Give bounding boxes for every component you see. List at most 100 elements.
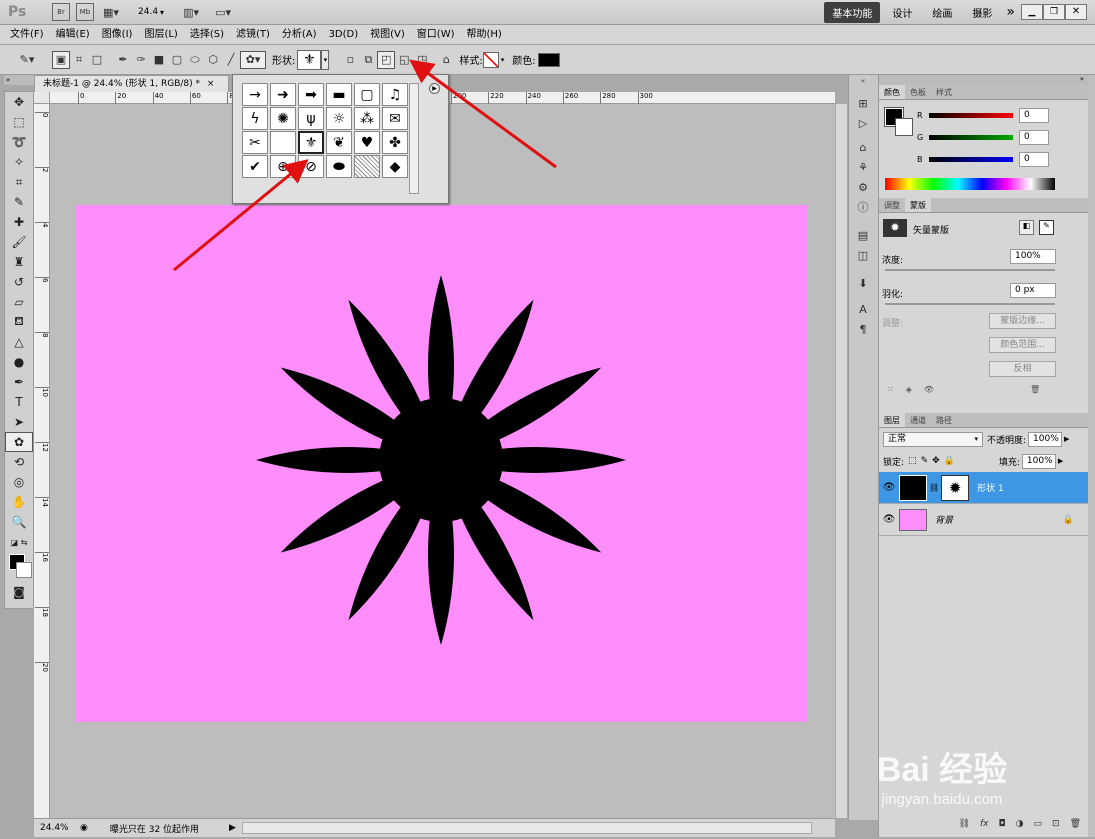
feather-value[interactable]: 0 px: [1010, 283, 1056, 298]
visibility-eye-icon[interactable]: 👁: [879, 482, 899, 493]
layer-color-thumb[interactable]: [899, 474, 927, 501]
paragraph-panel-icon[interactable]: ¶: [849, 319, 877, 339]
tab-masks[interactable]: 蒙版: [905, 198, 931, 212]
workspace-painting[interactable]: 绘画: [924, 2, 960, 23]
density-slider[interactable]: [885, 269, 1055, 271]
shape-diamonds[interactable]: ◆: [382, 155, 408, 178]
channel-g-value[interactable]: 0: [1019, 130, 1049, 145]
color-bg-swatch[interactable]: [895, 118, 913, 136]
zoom-select[interactable]: 24.4: [138, 7, 158, 17]
shape-snail[interactable]: ❦: [326, 131, 352, 154]
mask-edge-button[interactable]: 蒙版边缘...: [989, 313, 1056, 329]
add-mask-icon[interactable]: ◘: [999, 819, 1006, 829]
navigator-icon[interactable]: ▤: [849, 225, 877, 245]
clone-source-icon[interactable]: ⚘: [849, 157, 877, 177]
mask-visibility-icon[interactable]: 👁: [924, 385, 934, 394]
workspace-essentials[interactable]: 基本功能: [824, 1, 881, 23]
tool-preset-icon[interactable]: ✎▾: [14, 51, 40, 69]
picker-scrollbar[interactable]: [409, 83, 419, 194]
shape-registration[interactable]: ⊕: [270, 155, 296, 178]
custom-shape-icon[interactable]: ✿▾: [240, 50, 266, 69]
shape-arrow-thin[interactable]: →: [242, 83, 268, 106]
crop-tool-icon[interactable]: ⌗: [5, 172, 33, 192]
adjustment-layer-icon[interactable]: ◑: [1016, 819, 1024, 829]
tab-adjustments[interactable]: 调整: [879, 198, 905, 212]
blur-tool-icon[interactable]: △: [5, 332, 33, 352]
dodge-tool-icon[interactable]: ●: [5, 352, 33, 372]
layer-comps-icon[interactable]: ◫: [849, 245, 877, 265]
delete-mask-icon[interactable]: 🗑: [1030, 385, 1040, 394]
character-panel-icon[interactable]: A: [849, 299, 877, 319]
tab-styles[interactable]: 样式: [931, 85, 957, 99]
marquee-tool-icon[interactable]: ⬚: [5, 112, 33, 132]
tab-layers[interactable]: 图层: [879, 413, 905, 427]
shape-lightning[interactable]: ϟ: [242, 107, 268, 130]
channel-r-value[interactable]: 0: [1019, 108, 1049, 123]
quick-mask-icon[interactable]: ◙: [5, 582, 33, 602]
layer-row-background[interactable]: 👁 背景 🔒: [879, 504, 1088, 536]
shape-music-note[interactable]: ♫: [382, 83, 408, 106]
shape-heart[interactable]: ♥: [354, 131, 380, 154]
menu-edit[interactable]: 编辑(E): [50, 25, 96, 45]
shape-fleur-de-lis[interactable]: ⚜: [298, 131, 324, 154]
shape-no-sign[interactable]: ⊘: [298, 155, 324, 178]
shape-banner[interactable]: ▬: [326, 83, 352, 106]
load-selection-icon[interactable]: ⁙: [887, 385, 894, 394]
density-value[interactable]: 100%: [1010, 249, 1056, 264]
shape-arrow-bold[interactable]: ➜: [270, 83, 296, 106]
tab-color[interactable]: 颜色: [879, 85, 905, 99]
menu-help[interactable]: 帮助(H): [461, 25, 508, 45]
menu-file[interactable]: 文件(F): [4, 25, 50, 45]
layer-vector-mask-thumb[interactable]: ✹: [941, 474, 970, 501]
color-range-button[interactable]: 颜色范围...: [989, 337, 1056, 353]
vertical-scrollbar[interactable]: [835, 104, 847, 818]
minimize-button[interactable]: ▁: [1021, 4, 1043, 20]
add-to-shape-icon[interactable]: ⧉: [359, 51, 377, 69]
layer-style-icon[interactable]: fx: [980, 819, 989, 829]
actions-panel-icon[interactable]: ▷: [849, 113, 877, 133]
polygon-icon[interactable]: ⬡: [204, 51, 222, 69]
new-shape-layer-icon[interactable]: ▫: [341, 51, 359, 69]
close-window-button[interactable]: ✕: [1065, 4, 1087, 20]
pen-tool-icon[interactable]: ✒: [5, 372, 33, 392]
vector-mask-icon[interactable]: ✎: [1039, 220, 1054, 235]
document-canvas[interactable]: [75, 205, 807, 722]
vector-mask-thumb-icon[interactable]: ✹: [883, 219, 907, 237]
shape-checkmark[interactable]: ✔: [242, 155, 268, 178]
history-panel-icon[interactable]: ⊞: [849, 93, 877, 113]
minibridge-icon[interactable]: Mb: [76, 3, 94, 21]
lock-all-icon[interactable]: 🔒: [944, 456, 955, 466]
panel-collapse-left[interactable]: »: [4, 75, 34, 85]
shape-scissors[interactable]: ✂: [242, 131, 268, 154]
style-swatch[interactable]: [482, 51, 499, 68]
3d-panel-icon[interactable]: ⬇: [849, 273, 877, 293]
menu-image[interactable]: 图像(I): [96, 25, 139, 45]
link-icon[interactable]: ⌂: [437, 51, 455, 69]
lock-image-icon[interactable]: ✎: [921, 456, 929, 466]
fill-pixels-icon[interactable]: □: [88, 51, 106, 69]
workspace-photography[interactable]: 摄影: [964, 2, 1000, 23]
info-panel-icon[interactable]: ⓘ: [849, 197, 877, 217]
clone-stamp-icon[interactable]: ♜: [5, 252, 33, 272]
channel-g-slider[interactable]: [929, 135, 1013, 140]
zoom-chevron-down-icon[interactable]: ▾: [160, 8, 164, 17]
document-tab[interactable]: 未标题-1 @ 24.4% (形状 1, RGB/8) * ×: [34, 75, 229, 92]
more-workspaces-icon[interactable]: »: [1006, 4, 1015, 20]
default-colors-icon[interactable]: ◪ ⇆: [5, 532, 33, 552]
color-spectrum-bar[interactable]: [885, 178, 1055, 190]
opacity-value[interactable]: 100%: [1028, 431, 1063, 447]
tab-channels[interactable]: 通道: [905, 413, 931, 427]
eyedropper-icon[interactable]: ✎: [5, 192, 33, 212]
delete-layer-icon[interactable]: 🗑: [1070, 819, 1081, 829]
layer-color-thumb[interactable]: [899, 508, 927, 531]
flower-shape[interactable]: [75, 205, 807, 722]
opacity-slider-icon[interactable]: ▶: [1064, 435, 1069, 443]
color-swatches[interactable]: [5, 552, 33, 582]
line-icon[interactable]: ╱: [222, 51, 240, 69]
tab-paths[interactable]: 路径: [931, 413, 957, 427]
bridge-icon[interactable]: Br: [52, 3, 70, 21]
shape-layers-icon[interactable]: ▣: [52, 50, 70, 69]
menu-select[interactable]: 选择(S): [184, 25, 230, 45]
freeform-pen-icon[interactable]: ✑: [132, 51, 150, 69]
zoom-tool-icon[interactable]: 🔍: [5, 512, 33, 532]
